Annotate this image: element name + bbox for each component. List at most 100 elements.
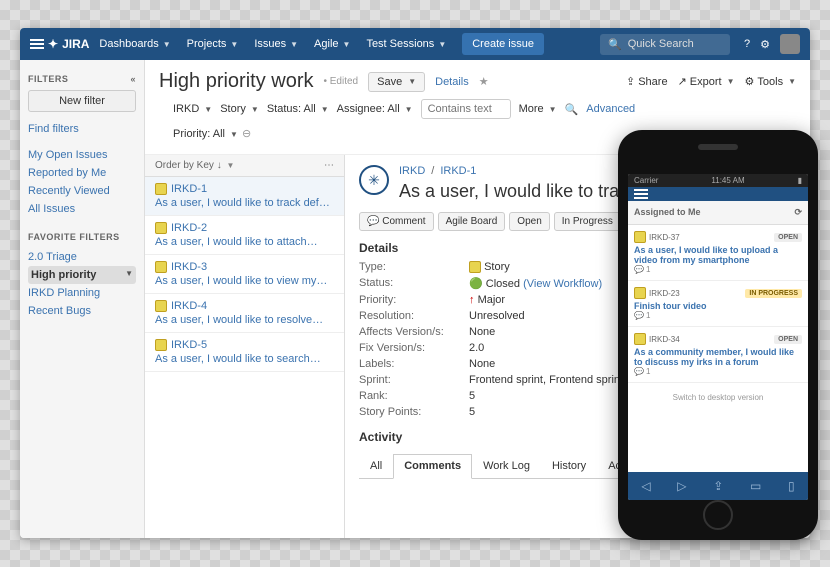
nav-issues[interactable]: Issues▼ xyxy=(248,34,304,54)
user-avatar[interactable] xyxy=(780,34,800,54)
filter-project[interactable]: IRKD▼ xyxy=(173,103,212,115)
filter-priority[interactable]: Priority: All ▼ xyxy=(173,128,238,140)
forward-icon[interactable]: ▷ xyxy=(677,479,686,493)
filter-text-input[interactable] xyxy=(421,99,511,119)
desktop-link[interactable]: Switch to desktop version xyxy=(628,383,808,412)
list-options-icon[interactable]: ⋯ xyxy=(324,160,334,171)
new-filter-button[interactable]: New filter xyxy=(28,90,136,112)
filters-sidebar: FILTERS« New filter Find filters My Open… xyxy=(20,60,145,538)
fav-triage[interactable]: 2.0 Triage xyxy=(28,248,136,266)
field-label: Rank: xyxy=(359,390,459,402)
collapse-icon[interactable]: « xyxy=(130,74,136,84)
save-button[interactable]: Save▼ xyxy=(368,72,425,92)
issue-item[interactable]: IRKD-4 As a user, I would like to resolv… xyxy=(145,294,344,333)
field-label: Status: xyxy=(359,277,459,290)
back-icon[interactable]: ◁ xyxy=(641,479,650,493)
page-title: High priority work xyxy=(159,70,313,93)
fav-planning[interactable]: IRKD Planning xyxy=(28,284,136,302)
nav-projects[interactable]: Projects▼ xyxy=(181,34,245,54)
star-icon[interactable]: ★ xyxy=(479,75,489,88)
field-label: Fix Version/s: xyxy=(359,342,459,354)
comment-button[interactable]: 💬 Comment xyxy=(359,212,434,231)
edited-label: • Edited xyxy=(323,76,358,87)
remove-filter-icon[interactable]: ⊖ xyxy=(242,127,251,140)
tab-all[interactable]: All xyxy=(359,454,393,478)
battery-icon: ▮ xyxy=(798,176,802,185)
filter-all[interactable]: All Issues xyxy=(28,200,136,218)
bookmarks-icon[interactable]: ▭ xyxy=(750,479,761,493)
top-nav: ✦ JIRA Dashboards▼ Projects▼ Issues▼ Agi… xyxy=(20,28,810,60)
story-icon xyxy=(155,183,167,195)
issue-item[interactable]: IRKD-3 As a user, I would like to view m… xyxy=(145,255,344,294)
tab-worklog[interactable]: Work Log xyxy=(472,454,541,478)
view-workflow-link[interactable]: (View Workflow) xyxy=(523,278,602,290)
story-icon xyxy=(155,261,167,273)
settings-icon[interactable]: ⚙ xyxy=(760,38,770,51)
mobile-issue-item[interactable]: IRKD-23IN PROGRESS Finish tour video 💬 1 xyxy=(628,281,808,327)
tabs-icon[interactable]: ▯ xyxy=(788,479,795,493)
story-icon xyxy=(155,339,167,351)
menu-icon[interactable] xyxy=(30,43,44,45)
issue-item[interactable]: IRKD-5 As a user, I would like to search… xyxy=(145,333,344,372)
story-icon xyxy=(155,300,167,312)
agile-board-button[interactable]: Agile Board xyxy=(438,212,506,231)
details-link[interactable]: Details xyxy=(435,76,469,88)
filter-type[interactable]: Story▼ xyxy=(220,103,259,115)
jira-logo[interactable]: ✦ JIRA xyxy=(48,37,89,51)
field-label: Type: xyxy=(359,261,459,273)
field-label: Sprint: xyxy=(359,374,459,386)
filter-reported[interactable]: Reported by Me xyxy=(28,164,136,182)
nav-agile[interactable]: Agile▼ xyxy=(308,34,356,54)
bc-key[interactable]: IRKD-1 xyxy=(440,165,476,177)
help-icon[interactable]: ? xyxy=(744,38,750,50)
find-filters-link[interactable]: Find filters xyxy=(28,120,136,138)
fav-high-priority[interactable]: High priority▼ xyxy=(28,266,136,284)
story-icon xyxy=(155,222,167,234)
filter-more[interactable]: More▼ xyxy=(519,103,557,115)
mobile-menu-icon[interactable] xyxy=(634,193,648,195)
bc-project[interactable]: IRKD xyxy=(399,165,425,177)
field-label: Labels: xyxy=(359,358,459,370)
tab-history[interactable]: History xyxy=(541,454,597,478)
mobile-page-title: Assigned to Me⟳ xyxy=(628,201,808,225)
mobile-status-bar: Carrier11:45 AM▮ xyxy=(628,174,808,187)
field-label: Affects Version/s: xyxy=(359,326,459,338)
filter-status[interactable]: Status: All▼ xyxy=(267,103,329,115)
tools-button[interactable]: ⚙ Tools ▼ xyxy=(745,75,796,88)
quick-search[interactable]: 🔍 xyxy=(600,34,730,55)
open-button[interactable]: Open xyxy=(509,212,549,231)
filter-my-open[interactable]: My Open Issues xyxy=(28,146,136,164)
advanced-link[interactable]: Advanced xyxy=(586,103,635,115)
refresh-icon[interactable]: ⟳ xyxy=(794,207,802,218)
mobile-issue-item[interactable]: IRKD-34OPEN As a community member, I wou… xyxy=(628,327,808,383)
mobile-screen: Carrier11:45 AM▮ Assigned to Me⟳ IRKD-37… xyxy=(628,174,808,500)
project-avatar-icon: ✳ xyxy=(359,165,389,195)
filter-assignee[interactable]: Assignee: All▼ xyxy=(337,103,413,115)
field-label: Resolution: xyxy=(359,310,459,322)
issue-summary: As a user, I would like to track xyxy=(399,181,637,202)
comment-count: 💬 1 xyxy=(634,311,802,320)
create-issue-button[interactable]: Create issue xyxy=(462,33,544,55)
mobile-phone: Carrier11:45 AM▮ Assigned to Me⟳ IRKD-37… xyxy=(618,130,818,540)
in-progress-button[interactable]: In Progress xyxy=(554,212,621,231)
comment-count: 💬 1 xyxy=(634,265,802,274)
chevron-down-icon[interactable]: ▼ xyxy=(125,269,133,281)
filters-heading: FILTERS« xyxy=(28,74,136,84)
comment-count: 💬 1 xyxy=(634,367,802,376)
nav-dashboards[interactable]: Dashboards▼ xyxy=(93,34,176,54)
nav-test-sessions[interactable]: Test Sessions▼ xyxy=(360,34,452,54)
filter-recent[interactable]: Recently Viewed xyxy=(28,182,136,200)
export-button[interactable]: ↗ Export ▼ xyxy=(678,75,735,88)
issue-item[interactable]: IRKD-2 As a user, I would like to attach… xyxy=(145,216,344,255)
search-icon[interactable]: 🔍 xyxy=(565,103,579,116)
favorite-filters-heading: FAVORITE FILTERS xyxy=(28,232,136,242)
list-order[interactable]: Order by Key ↓ ▼⋯ xyxy=(145,155,344,177)
tab-comments[interactable]: Comments xyxy=(393,454,472,479)
mobile-issue-item[interactable]: IRKD-37OPEN As a user, I would like to u… xyxy=(628,225,808,281)
quick-search-input[interactable] xyxy=(628,38,718,50)
share-button[interactable]: ⇪ Share xyxy=(626,75,668,88)
share-icon[interactable]: ⇪ xyxy=(713,479,723,493)
issue-item[interactable]: IRKD-1 As a user, I would like to track … xyxy=(145,177,344,216)
fav-bugs[interactable]: Recent Bugs xyxy=(28,302,136,320)
mobile-header xyxy=(628,187,808,201)
